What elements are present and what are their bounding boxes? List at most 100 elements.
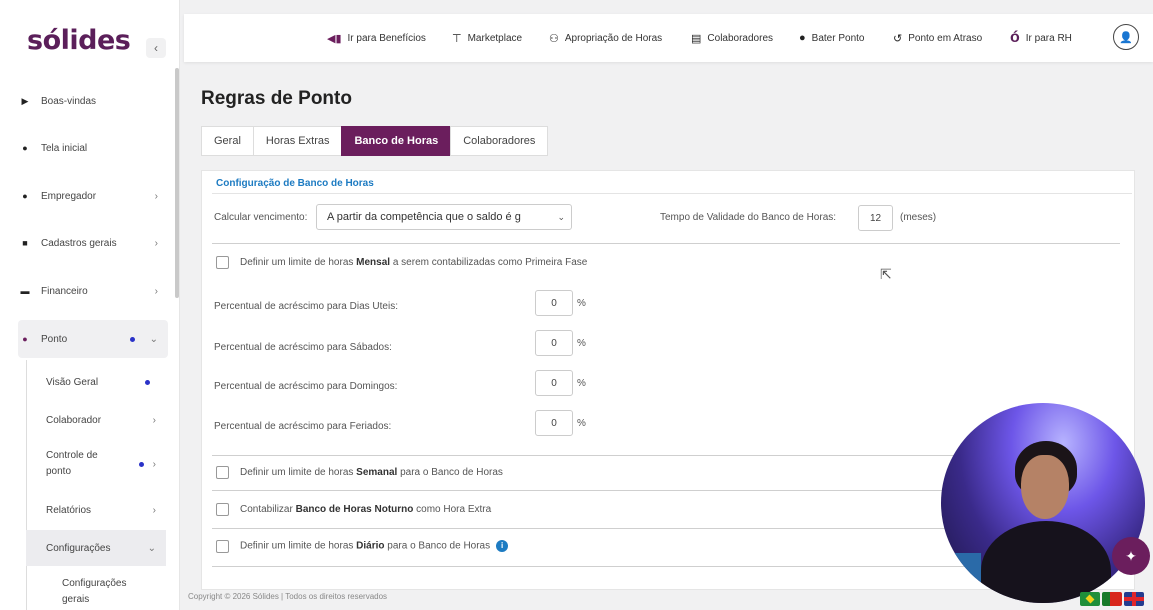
sidebar-subitem-controle-de-ponto[interactable]: Controle de ponto ›	[26, 448, 166, 480]
card-icon: ▬	[20, 286, 30, 296]
chevron-down-icon: ⌄	[147, 542, 156, 554]
link-ir-para-rh[interactable]: ó Ir para RH	[1010, 14, 1072, 62]
section-divider	[212, 193, 1132, 194]
link-label: Marketplace	[467, 32, 523, 44]
language-flags	[1080, 592, 1144, 606]
validity-input[interactable]: 12	[858, 205, 893, 231]
history-icon: ↺	[893, 32, 903, 45]
users-icon: ⚇	[549, 32, 559, 45]
link-apropriacao-de-horas[interactable]: ⚇ Apropriação de Horas	[549, 14, 662, 62]
info-icon: ●	[22, 143, 28, 153]
tab-colaboradores[interactable]: Colaboradores	[450, 126, 549, 156]
percent-domingos-input[interactable]: 0	[535, 370, 573, 396]
sidebar-subitem-label: Colaborador	[46, 414, 102, 426]
clock-icon: ●	[22, 334, 28, 344]
rules-tabs: Geral Horas Extras Banco de Horas Colabo…	[201, 126, 549, 156]
validity-unit: (meses)	[900, 212, 937, 223]
percent-unit: %	[577, 418, 586, 429]
link-label: Ir para RH	[1025, 32, 1072, 44]
sidebar-item-tela-inicial[interactable]: ● Tela inicial	[18, 129, 168, 167]
collapse-sidebar-button[interactable]: ‹	[146, 38, 166, 58]
sidebar-item-empregador[interactable]: ● Empregador ›	[18, 177, 168, 215]
sidebar-subitem-label: Configurações	[46, 542, 111, 554]
chevron-down-icon: ⌄	[149, 333, 158, 345]
percent-feriados-label: Percentual de acréscimo para Feriados:	[214, 421, 392, 432]
percent-unit: %	[577, 338, 586, 349]
flag-portugal-icon[interactable]	[1102, 592, 1122, 606]
sidebar-item-label: Financeiro	[41, 285, 88, 297]
tab-geral[interactable]: Geral	[201, 126, 254, 156]
sidebar-item-label: Cadastros gerais	[41, 237, 117, 249]
link-label: Bater Ponto	[811, 32, 865, 44]
submenu-guide-line	[26, 360, 27, 610]
link-label: Apropriação de Horas	[564, 32, 663, 44]
link-colaboradores[interactable]: ▤ Colaboradores	[691, 14, 773, 62]
background-monitor	[941, 553, 981, 603]
chevron-right-icon: ›	[154, 285, 158, 297]
sidebar-subitem-label: Configurações gerais	[62, 578, 127, 605]
person-icon: 👤	[1119, 31, 1133, 44]
tab-horas-extras[interactable]: Horas Extras	[252, 126, 343, 156]
nocturnal-bank-label: Contabilizar Banco de Horas Noturno como…	[240, 504, 492, 515]
divider	[212, 243, 1120, 244]
user-circle-icon: ●	[22, 191, 28, 201]
info-icon[interactable]: i	[496, 540, 509, 552]
percent-feriados-input[interactable]: 0	[535, 410, 573, 436]
chat-button[interactable]: ✦	[1112, 537, 1150, 575]
validity-label: Tempo de Validade do Banco de Horas:	[660, 212, 837, 223]
sidebar-item-financeiro[interactable]: ▬ Financeiro ›	[18, 272, 168, 310]
monthly-limit-label: Definir um limite de horas Mensal a sere…	[240, 257, 588, 268]
play-icon: ▶	[21, 95, 29, 106]
sidebar-subitem-configuracoes[interactable]: Configurações ⌄	[26, 530, 166, 566]
solides-icon: ó	[1010, 29, 1020, 46]
sidebar-item-boas-vindas[interactable]: ▶ Boas-vindas	[18, 82, 168, 120]
topbar: ◀▮ Ir para Benefícios ⊤ Marketplace ⚇ Ap…	[184, 14, 1153, 62]
mouse-cursor-icon: ⇱	[880, 266, 892, 282]
daily-limit-checkbox[interactable]	[216, 540, 229, 553]
percent-sabados-input[interactable]: 0	[535, 330, 573, 356]
link-label: Colaboradores	[707, 32, 774, 44]
calc-vencimento-select[interactable]: A partir da competência que o saldo é g …	[316, 204, 572, 230]
presenter-body	[981, 521, 1111, 603]
chevron-right-icon: ›	[152, 458, 156, 470]
percent-dias-uteis-label: Percentual de acréscimo para Dias Uteis:	[214, 301, 398, 312]
sidebar-subitem-colaborador[interactable]: Colaborador ›	[26, 410, 166, 430]
link-marketplace[interactable]: ⊤ Marketplace	[452, 14, 522, 62]
solides-logo[interactable]: sólides	[27, 25, 131, 56]
chevron-right-icon: ›	[154, 190, 158, 202]
id-card-icon: ▤	[691, 32, 702, 45]
sidebar-item-ponto[interactable]: ● Ponto ⌄	[18, 320, 168, 358]
percent-unit: %	[577, 378, 586, 389]
percent-dias-uteis-input[interactable]: 0	[535, 290, 573, 316]
profile-avatar-button[interactable]: 👤	[1113, 24, 1139, 50]
link-label: Ponto em Atraso	[908, 32, 983, 44]
tab-banco-de-horas[interactable]: Banco de Horas	[341, 126, 452, 156]
flag-uk-icon[interactable]	[1124, 592, 1144, 606]
sidebar-subitem-configuracoes-gerais[interactable]: Configurações gerais	[26, 576, 166, 608]
link-ir-para-beneficios[interactable]: ◀▮ Ir para Benefícios	[327, 14, 426, 62]
square-icon: ■	[22, 238, 28, 248]
monthly-limit-checkbox[interactable]	[216, 256, 229, 269]
percent-sabados-label: Percentual de acréscimo para Sábados:	[214, 342, 392, 353]
link-bater-ponto[interactable]: ● Bater Ponto	[799, 14, 864, 62]
sidebar-subitem-relatorios[interactable]: Relatórios ›	[26, 500, 166, 520]
flag-brazil-icon[interactable]	[1080, 592, 1100, 606]
sidebar-item-label: Boas-vindas	[41, 95, 97, 107]
link-label: Ir para Benefícios	[347, 32, 426, 44]
notification-dot	[139, 461, 144, 467]
link-ponto-em-atraso[interactable]: ↺ Ponto em Atraso	[893, 14, 982, 62]
chevron-right-icon: ›	[154, 237, 158, 249]
weekly-limit-checkbox[interactable]	[216, 466, 229, 479]
daily-limit-label: Definir um limite de horas Diário para o…	[240, 540, 509, 552]
sidebar: sólides ‹ ▶ Boas-vindas ● Tela inicial ●…	[0, 0, 180, 610]
megaphone-icon: ◀▮	[327, 32, 342, 45]
sidebar-subitem-label: Relatórios	[46, 504, 92, 516]
sidebar-item-cadastros-gerais[interactable]: ■ Cadastros gerais ›	[18, 224, 168, 262]
nocturnal-bank-checkbox[interactable]	[216, 503, 229, 516]
sidebar-scrollbar[interactable]	[175, 68, 179, 298]
chevron-down-icon: ⌄	[557, 211, 565, 222]
section-title: Configuração de Banco de Horas	[216, 178, 374, 189]
clock-icon: ●	[799, 32, 806, 44]
sidebar-subitem-visao-geral[interactable]: Visão Geral	[26, 372, 166, 392]
chat-icon: ✦	[1125, 547, 1137, 564]
